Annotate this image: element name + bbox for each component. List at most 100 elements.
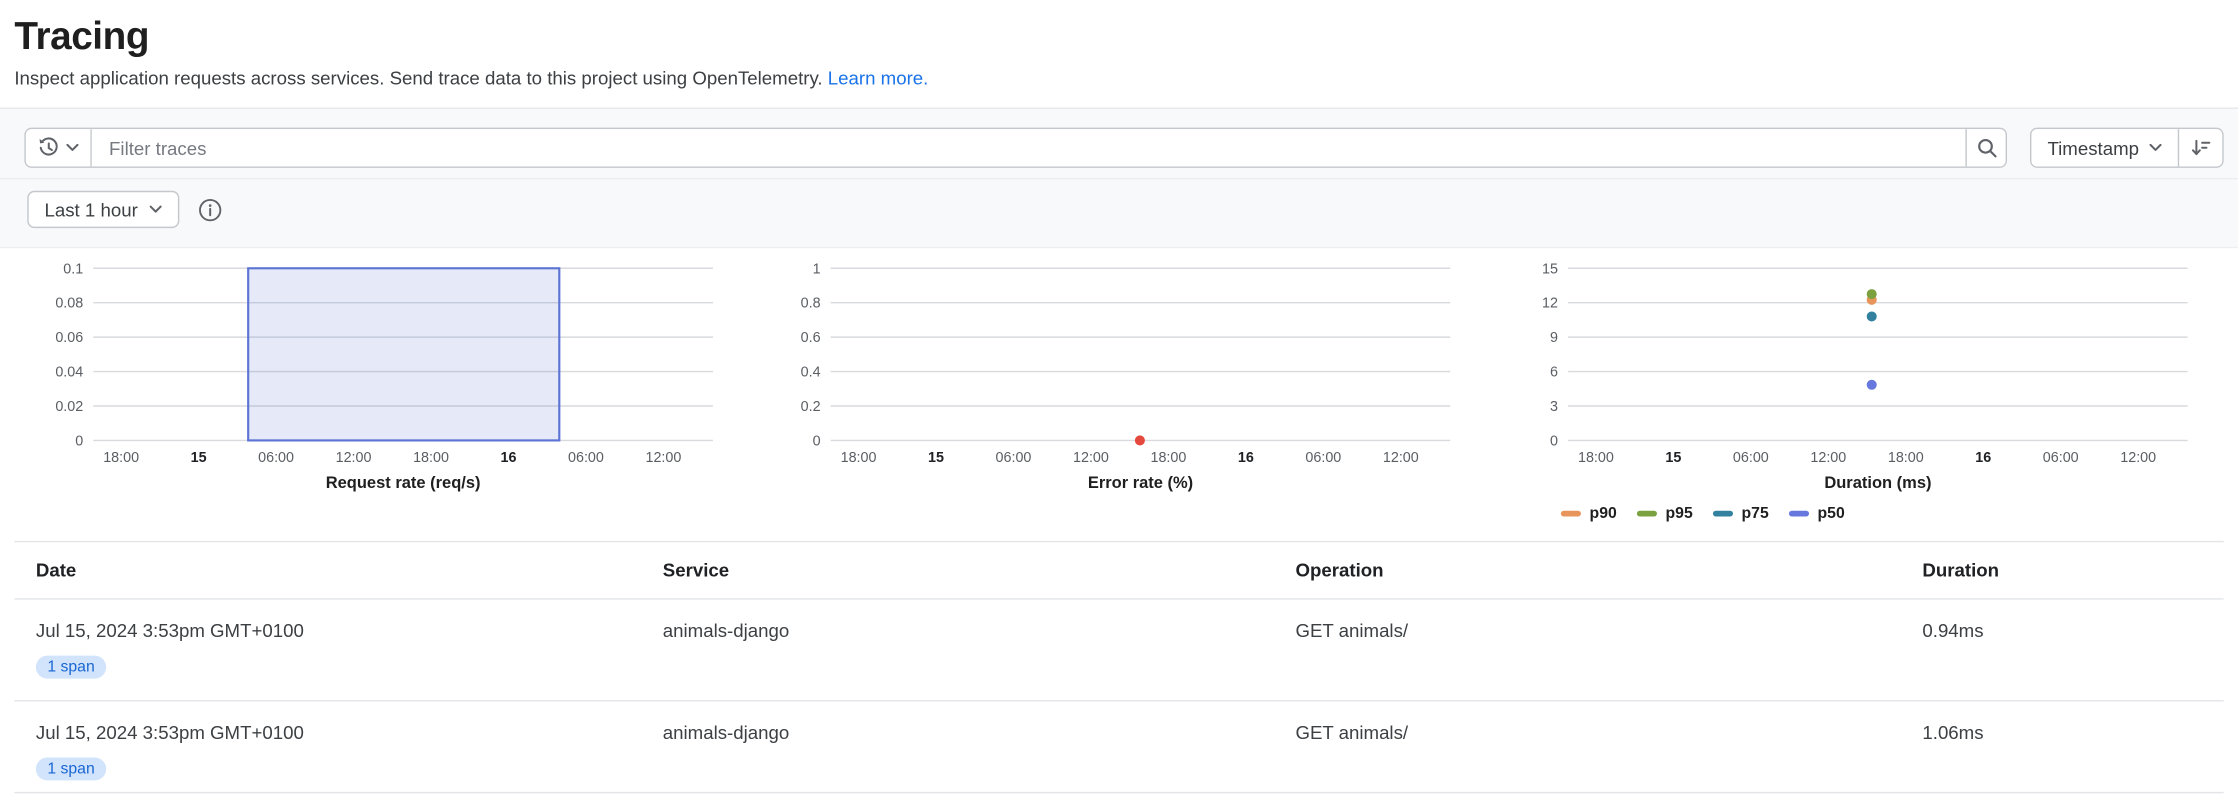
x-axis-tick-label: 06:00 <box>568 450 604 466</box>
x-axis-tick-label: 15 <box>191 450 207 466</box>
x-axis-tick-label: 18:00 <box>1578 450 1614 466</box>
x-axis-tick-label: 06:00 <box>2043 450 2079 466</box>
y-axis-tick-label: 3 <box>1550 399 1558 415</box>
y-axis-tick-label: 1 <box>813 261 821 277</box>
legend-item-p95[interactable]: p95 <box>1637 505 1693 522</box>
page-title: Tracing <box>14 10 2238 62</box>
charts-row: 0 0.02 0.04 0.06 0.08 0.1 18:00 15 06:00 12:00 18:… <box>0 257 2238 541</box>
filter-traces-input[interactable] <box>92 129 1966 166</box>
time-range-info-button[interactable] <box>198 197 222 221</box>
legend-item-p90[interactable]: p90 <box>1561 505 1617 522</box>
span-count-badge: 1 span <box>36 757 106 780</box>
trace-date: Jul 15, 2024 3:53pm GMT+0100 <box>36 620 304 642</box>
x-axis-tick-label: 06:00 <box>258 450 294 466</box>
trace-service: animals-django <box>641 702 1274 792</box>
x-axis-tick-label: 15 <box>928 450 944 466</box>
legend-label: p75 <box>1742 505 1769 522</box>
history-icon <box>37 136 60 159</box>
time-range-button[interactable]: Last 1 hour <box>27 191 179 228</box>
x-axis-tick-label: 06:00 <box>1733 450 1769 466</box>
sort-direction-button[interactable] <box>2178 129 2222 166</box>
data-point-p75 <box>1867 311 1877 321</box>
chart-error-rate: 00.20.40.60.8118:001506:0012:0018:001606… <box>776 257 1450 541</box>
request-rate-chart-canvas[interactable]: 0 0.02 0.04 0.06 0.08 0.1 18:00 15 06:00 12:00 18:… <box>39 257 713 501</box>
chevron-down-icon <box>2149 143 2162 152</box>
error-rate-chart-canvas[interactable]: 00.20.40.60.8118:001506:0012:0018:001606… <box>776 257 1450 501</box>
time-selection-brush[interactable] <box>248 268 559 440</box>
x-axis-tick-label: 12:00 <box>645 450 681 466</box>
traces-table: Date Service Operation Duration Jul 15, … <box>14 541 2223 793</box>
legend-label: p95 <box>1666 505 1693 522</box>
legend-label: p50 <box>1818 505 1845 522</box>
chart-title: Request rate (req/s) <box>326 474 481 492</box>
chevron-down-icon <box>149 205 162 214</box>
duration-chart-canvas[interactable]: 0369121518:001506:0012:0018:001606:0012:… <box>1514 257 2188 501</box>
duration-chart-legend: p90 p95 p75 p50 <box>1561 505 2188 522</box>
y-axis-tick-label: 15 <box>1542 261 1558 277</box>
search-button[interactable] <box>1966 129 2006 166</box>
x-axis-tick-label: 06:00 <box>1305 450 1341 466</box>
x-axis-tick-label: 12:00 <box>1810 450 1846 466</box>
y-axis-tick-label: 6 <box>1550 365 1558 381</box>
legend-item-p75[interactable]: p75 <box>1713 505 1769 522</box>
page-subtitle: Inspect application requests across serv… <box>14 67 2238 90</box>
charts-top-hairline <box>0 247 2238 248</box>
data-point-p95 <box>1867 289 1877 299</box>
info-icon <box>198 197 222 221</box>
y-axis-tick-label: 12 <box>1542 296 1558 312</box>
trace-duration: 1.06ms <box>1901 702 2224 792</box>
trace-date: Jul 15, 2024 3:53pm GMT+0100 <box>36 722 304 744</box>
sort-by-button[interactable]: Timestamp <box>2032 129 2178 166</box>
x-axis-tick-label: 18:00 <box>413 450 449 466</box>
legend-item-p50[interactable]: p50 <box>1789 505 1845 522</box>
legend-swatch-p50 <box>1789 511 1809 517</box>
time-range-row: Last 1 hour <box>0 179 2238 246</box>
y-axis-tick-label: 0.1 <box>63 261 83 277</box>
x-axis-tick-label: 18:00 <box>1888 450 1924 466</box>
sort-by-label: Timestamp <box>2047 137 2139 159</box>
filter-row: Timestamp <box>0 109 2238 178</box>
chart-request-rate: 0 0.02 0.04 0.06 0.08 0.1 18:00 15 06:00 12:00 18:… <box>39 257 713 541</box>
search-icon <box>1975 136 1998 159</box>
legend-label: p90 <box>1590 505 1617 522</box>
chart-title: Duration (ms) <box>1824 474 1931 492</box>
legend-swatch-p75 <box>1713 511 1733 517</box>
tracing-page: Tracing Inspect application requests acr… <box>0 0 2238 796</box>
y-axis-tick-label: 0.06 <box>55 330 83 346</box>
x-axis-tick-label: 12:00 <box>1383 450 1419 466</box>
trace-service: animals-django <box>641 600 1274 700</box>
column-header-operation: Operation <box>1274 559 1901 581</box>
trace-row[interactable]: Jul 15, 2024 3:53pm GMT+0100 1 span anim… <box>14 600 2223 702</box>
trace-row[interactable]: Jul 15, 2024 3:53pm GMT+0100 1 span anim… <box>14 702 2223 794</box>
y-axis-tick-label: 0.04 <box>55 365 83 381</box>
y-axis-tick-label: 0.08 <box>55 296 83 312</box>
trace-operation: GET animals/ <box>1274 600 1901 700</box>
sort-descending-icon <box>2189 136 2212 159</box>
x-axis-tick-label: 16 <box>501 450 517 466</box>
x-axis-tick-label: 06:00 <box>996 450 1032 466</box>
y-axis-tick-label: 0.02 <box>55 399 83 415</box>
toolbar-strip: Timestamp Last 1 hour <box>0 109 2238 247</box>
y-axis-tick-label: 0.4 <box>801 365 821 381</box>
y-axis-tick-label: 0.8 <box>801 296 821 312</box>
y-axis-tick-label: 0 <box>813 433 821 449</box>
data-point-p50 <box>1867 380 1877 390</box>
y-axis-tick-label: 0 <box>1550 433 1558 449</box>
legend-swatch-p90 <box>1561 511 1581 517</box>
time-range-label: Last 1 hour <box>44 199 137 221</box>
span-count-badge: 1 span <box>36 656 106 679</box>
y-axis-tick-label: 0 <box>75 433 83 449</box>
x-axis-tick-label: 12:00 <box>1073 450 1109 466</box>
data-point-error-rate <box>1135 435 1145 445</box>
x-axis-tick-label: 18:00 <box>1150 450 1186 466</box>
column-header-date: Date <box>14 559 641 581</box>
trace-operation: GET animals/ <box>1274 702 1901 792</box>
column-header-service: Service <box>641 559 1274 581</box>
table-header-row: Date Service Operation Duration <box>14 542 2223 599</box>
query-history-button[interactable] <box>26 129 92 166</box>
filter-traces-input-group <box>24 128 2007 168</box>
x-axis-tick-label: 18:00 <box>103 450 139 466</box>
x-axis-tick-label: 12:00 <box>2120 450 2156 466</box>
chart-duration: 0369121518:001506:0012:0018:001606:0012:… <box>1514 257 2188 541</box>
learn-more-link[interactable]: Learn more. <box>828 67 929 89</box>
